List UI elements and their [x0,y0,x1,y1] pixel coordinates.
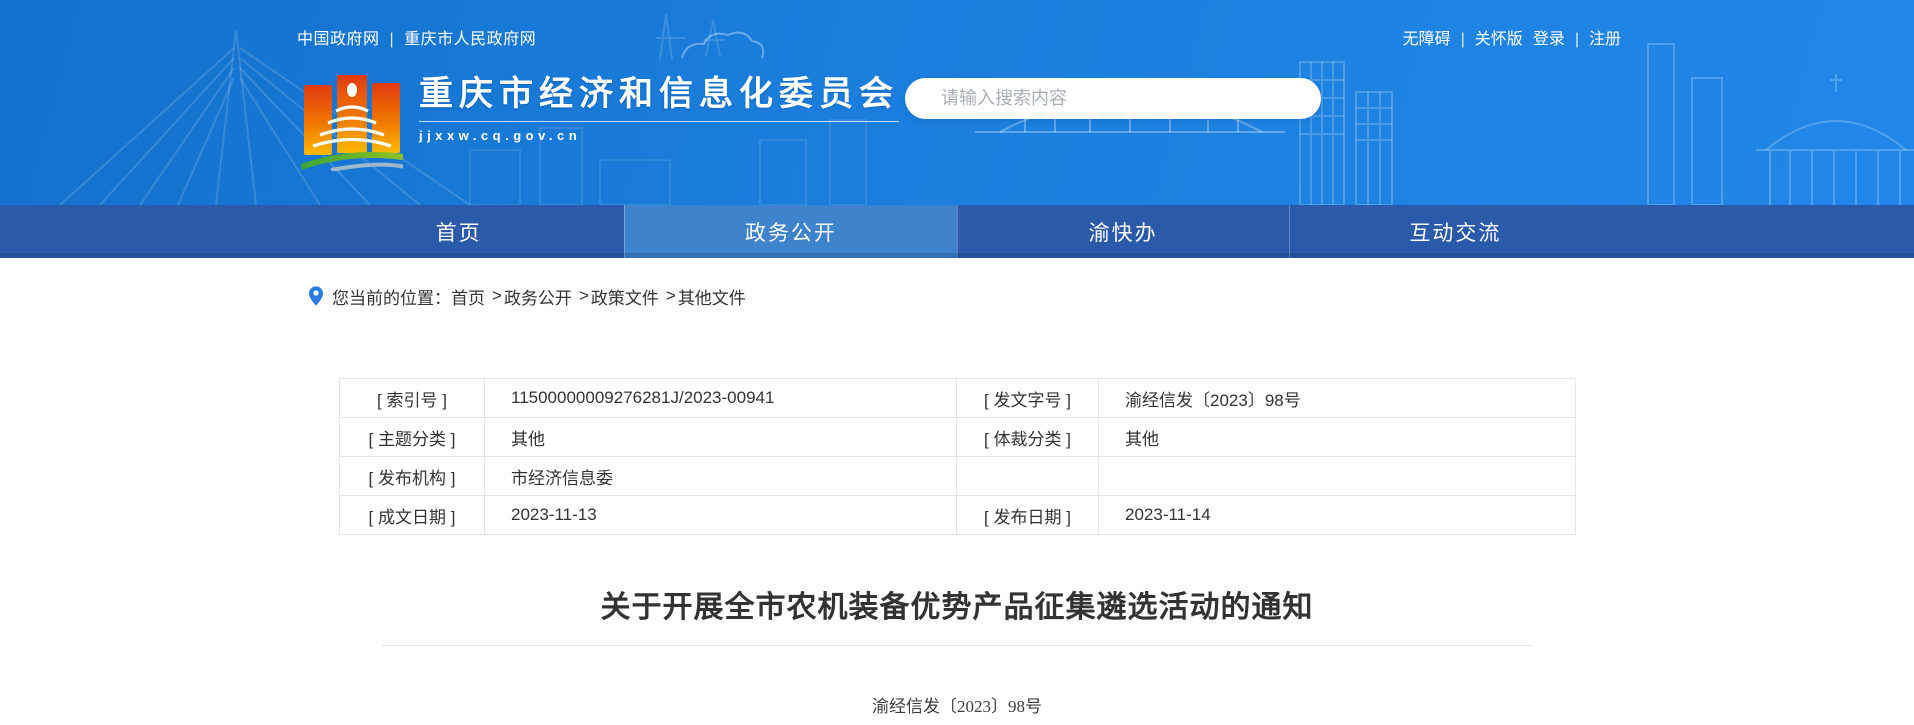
gov-links: 中国政府网 | 重庆市人民政府网 [297,25,536,49]
breadcrumb-separator: > [665,286,676,305]
site-logo-icon [301,75,403,171]
nav-tab-label: 互动交流 [1409,221,1502,245]
nav-tab-yukuaiban[interactable]: 渝快办 [956,205,1289,258]
link-login[interactable]: 登录 [1533,31,1565,48]
link-separator: | [389,31,395,48]
link-accessibility[interactable]: 无障碍 [1403,31,1451,48]
article-doc-number: 渝经信发〔2023〕98号 [872,697,1042,716]
breadcrumb-home[interactable]: 首页 [451,284,485,309]
site-logo-block[interactable]: 重庆市经济和信息化委员会 jjxxw.cq.gov.cn [301,68,899,171]
meta-label-genre-class: [ 体裁分类 ] [957,418,1099,457]
nav-tab-label: 政务公开 [744,221,837,245]
link-cq-gov[interactable]: 重庆市人民政府网 [404,31,536,48]
meta-value-index-no: 11500000009276281J/2023-00941 [485,379,957,418]
breadcrumb-gov-affairs[interactable]: 政务公开 [504,284,572,309]
breadcrumb: 您当前的位置： 首页 > 政务公开 > 政策文件 > 其他文件 [293,282,1621,310]
breadcrumb-policy-files[interactable]: 政策文件 [591,284,659,309]
breadcrumb-separator: > [492,286,502,305]
meta-value-written-date: 2023-11-13 [485,496,957,535]
site-title: 重庆市经济和信息化委员会 [419,74,899,122]
link-separator: | [1460,31,1465,48]
link-china-gov[interactable]: 中国政府网 [297,31,380,48]
meta-label-publish-date: [ 发布日期 ] [957,496,1099,535]
site-url: jjxxw.cq.gov.cn [419,128,582,143]
meta-label-empty [957,457,1099,496]
meta-label-index-no: [ 索引号 ] [340,379,485,418]
nav-tab-gov-affairs[interactable]: 政务公开 [624,205,957,258]
meta-value-topic-class: 其他 [485,418,957,457]
search-box[interactable] [905,78,1321,119]
breadcrumb-separator: > [578,286,589,305]
meta-value-doc-no: 渝经信发〔2023〕98号 [1099,379,1576,418]
breadcrumb-prefix: 您当前的位置： [332,288,451,308]
link-care-version[interactable]: 关怀版 [1475,31,1523,48]
meta-label-publisher: [ 发布机构 ] [340,457,485,496]
link-separator: | [1574,31,1579,48]
nav-tab-interaction[interactable]: 互动交流 [1288,205,1621,258]
nav-tab-label: 首页 [435,221,482,245]
meta-label-written-date: [ 成文日期 ] [340,496,485,535]
main-nav: 首页 政务公开 渝快办 互动交流 [0,205,1914,258]
meta-label-doc-no: [ 发文字号 ] [957,379,1099,418]
document-meta-table: [ 索引号 ] 11500000009276281J/2023-00941 [ … [339,378,1576,535]
meta-value-empty [1099,457,1576,496]
link-register[interactable]: 注册 [1589,31,1621,48]
meta-value-genre-class: 其他 [1099,418,1576,457]
location-pin-icon [309,286,323,306]
meta-value-publisher: 市经济信息委 [485,457,957,496]
article-title: 关于开展全市农机装备优势产品征集遴选活动的通知 [600,591,1314,624]
site-banner: 中国政府网 | 重庆市人民政府网 无障碍 | 关怀版 登录 | 注册 重庆市经济… [0,0,1914,205]
main-content: [ 索引号 ] 11500000009276281J/2023-00941 [ … [339,378,1576,717]
meta-label-topic-class: [ 主题分类 ] [340,418,485,457]
nav-tab-label: 渝快办 [1088,221,1158,245]
quick-links: 无障碍 | 关怀版 登录 | 注册 [1403,25,1621,49]
breadcrumb-other-files[interactable]: 其他文件 [678,284,746,309]
meta-value-publish-date: 2023-11-14 [1099,496,1576,535]
title-divider [382,645,1532,646]
search-input[interactable] [905,78,1321,119]
nav-tab-home[interactable]: 首页 [293,205,624,258]
